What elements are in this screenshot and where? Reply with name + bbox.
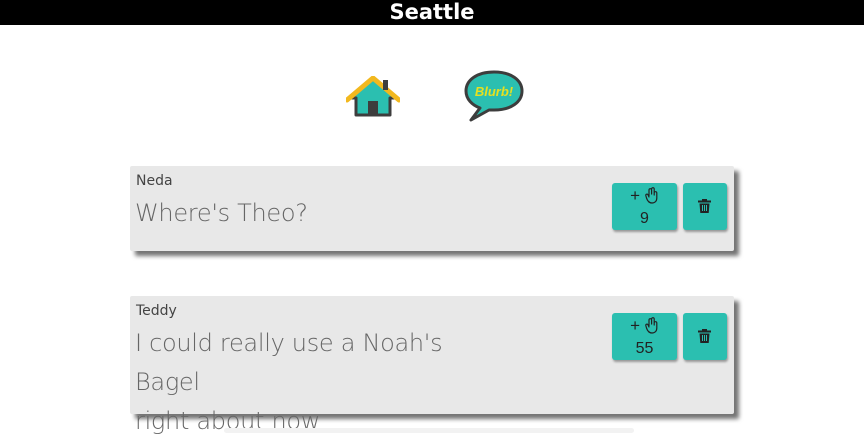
- blurb-logo-text: Blurb!: [475, 84, 514, 99]
- upvote-label-row: +: [612, 186, 677, 206]
- blurb-nav-button[interactable]: Blurb!: [463, 69, 525, 123]
- post-message: Where's Theo?: [135, 194, 485, 233]
- post-author: Teddy: [136, 303, 177, 319]
- plus-label: +: [630, 186, 641, 205]
- upvote-button[interactable]: + 55: [612, 313, 677, 360]
- post-message: I could really use a Noah's Bagel right …: [135, 324, 485, 441]
- post-card: Teddy I could really use a Noah's Bagel …: [130, 296, 734, 435]
- upvote-button[interactable]: + 9: [612, 183, 677, 230]
- post-message-line: Where's Theo?: [135, 199, 308, 227]
- delete-button[interactable]: [683, 183, 727, 230]
- upvote-label-row: +: [612, 316, 677, 336]
- page-title: Seattle: [0, 0, 864, 25]
- vote-count: 9: [640, 210, 649, 227]
- delete-button[interactable]: [683, 313, 727, 360]
- plus-label: +: [630, 316, 641, 335]
- post-message-line: I could really use a Noah's Bagel: [135, 329, 443, 396]
- trash-icon: [698, 329, 711, 343]
- speech-bubble-icon: Blurb!: [464, 70, 524, 122]
- post-card: Neda Where's Theo? + 9: [130, 166, 734, 251]
- vote-count: 55: [635, 340, 654, 357]
- home-icon: [344, 75, 402, 117]
- trash-icon: [698, 199, 711, 213]
- hand-gesture-icon: [645, 317, 658, 334]
- home-nav-button[interactable]: [344, 75, 402, 118]
- next-post-edge: [224, 428, 634, 433]
- hand-gesture-icon: [645, 187, 658, 204]
- post-message-line: right about now: [135, 407, 321, 435]
- post-author: Neda: [136, 173, 173, 189]
